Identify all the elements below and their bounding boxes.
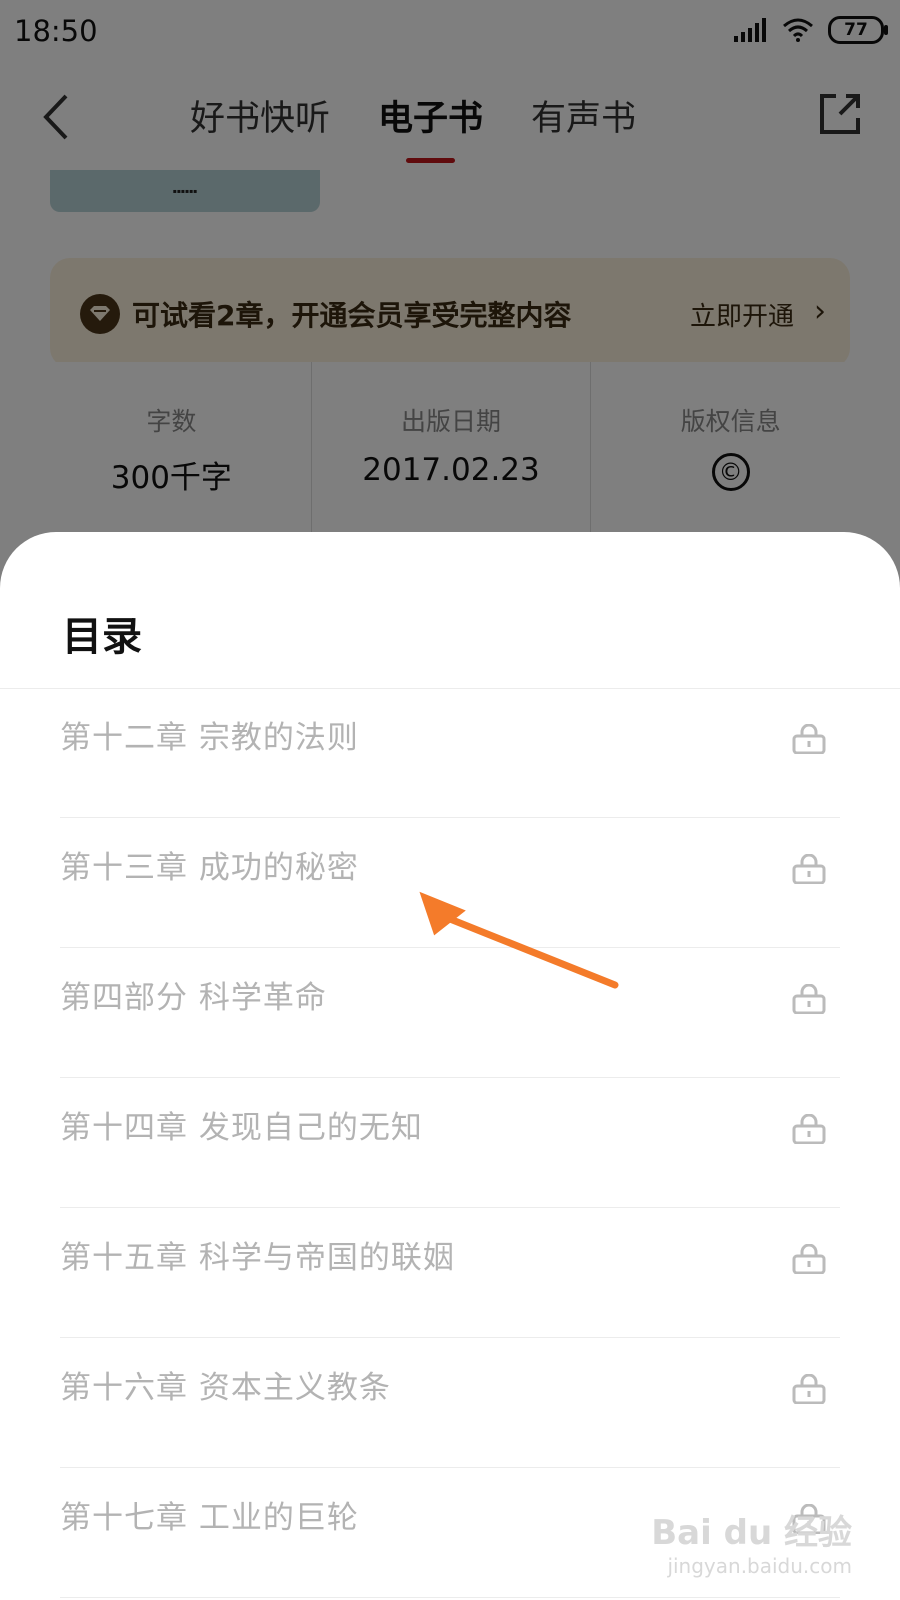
lock-icon	[792, 854, 826, 884]
toc-item[interactable]: 第十三章 成功的秘密	[60, 818, 840, 948]
toc-item[interactable]: 第十四章 发现自己的无知	[60, 1078, 840, 1208]
lock-icon	[792, 724, 826, 754]
toc-item-label: 第十四章 发现自己的无知	[60, 1110, 423, 1146]
toc-item-label: 第十六章 资本主义教条	[60, 1370, 391, 1406]
toc-item-label: 第十五章 科学与帝国的联姻	[60, 1240, 455, 1276]
watermark-logo: Bai du 经验	[651, 1513, 852, 1553]
toc-item[interactable]: 第四部分 科学革命	[60, 948, 840, 1078]
toc-title: 目录	[62, 614, 142, 660]
watermark: Bai du 经验 jingyan.baidu.com	[651, 1505, 852, 1578]
toc-item-label: 第十七章 工业的巨轮	[60, 1500, 359, 1536]
toc-item-label: 第十三章 成功的秘密	[60, 850, 359, 886]
lock-icon	[792, 1114, 826, 1144]
toc-item[interactable]: 第十五章 科学与帝国的联姻	[60, 1208, 840, 1338]
toc-bottom-sheet: 目录 第十二章 宗教的法则 第十三章 成功的秘密 第四部分 科学革命 第十四章 …	[0, 532, 900, 1600]
lock-icon	[792, 1244, 826, 1274]
lock-icon	[792, 1374, 826, 1404]
lock-icon	[792, 984, 826, 1014]
toc-item[interactable]: 第十二章 宗教的法则	[60, 688, 840, 818]
toc-list: 第十二章 宗教的法则 第十三章 成功的秘密 第四部分 科学革命 第十四章 发现自…	[60, 688, 840, 1598]
toc-item-label: 第四部分 科学革命	[60, 980, 327, 1016]
toc-item[interactable]: 第十六章 资本主义教条	[60, 1338, 840, 1468]
watermark-url: jingyan.baidu.com	[667, 1554, 852, 1578]
toc-item-label: 第十二章 宗教的法则	[60, 720, 359, 756]
